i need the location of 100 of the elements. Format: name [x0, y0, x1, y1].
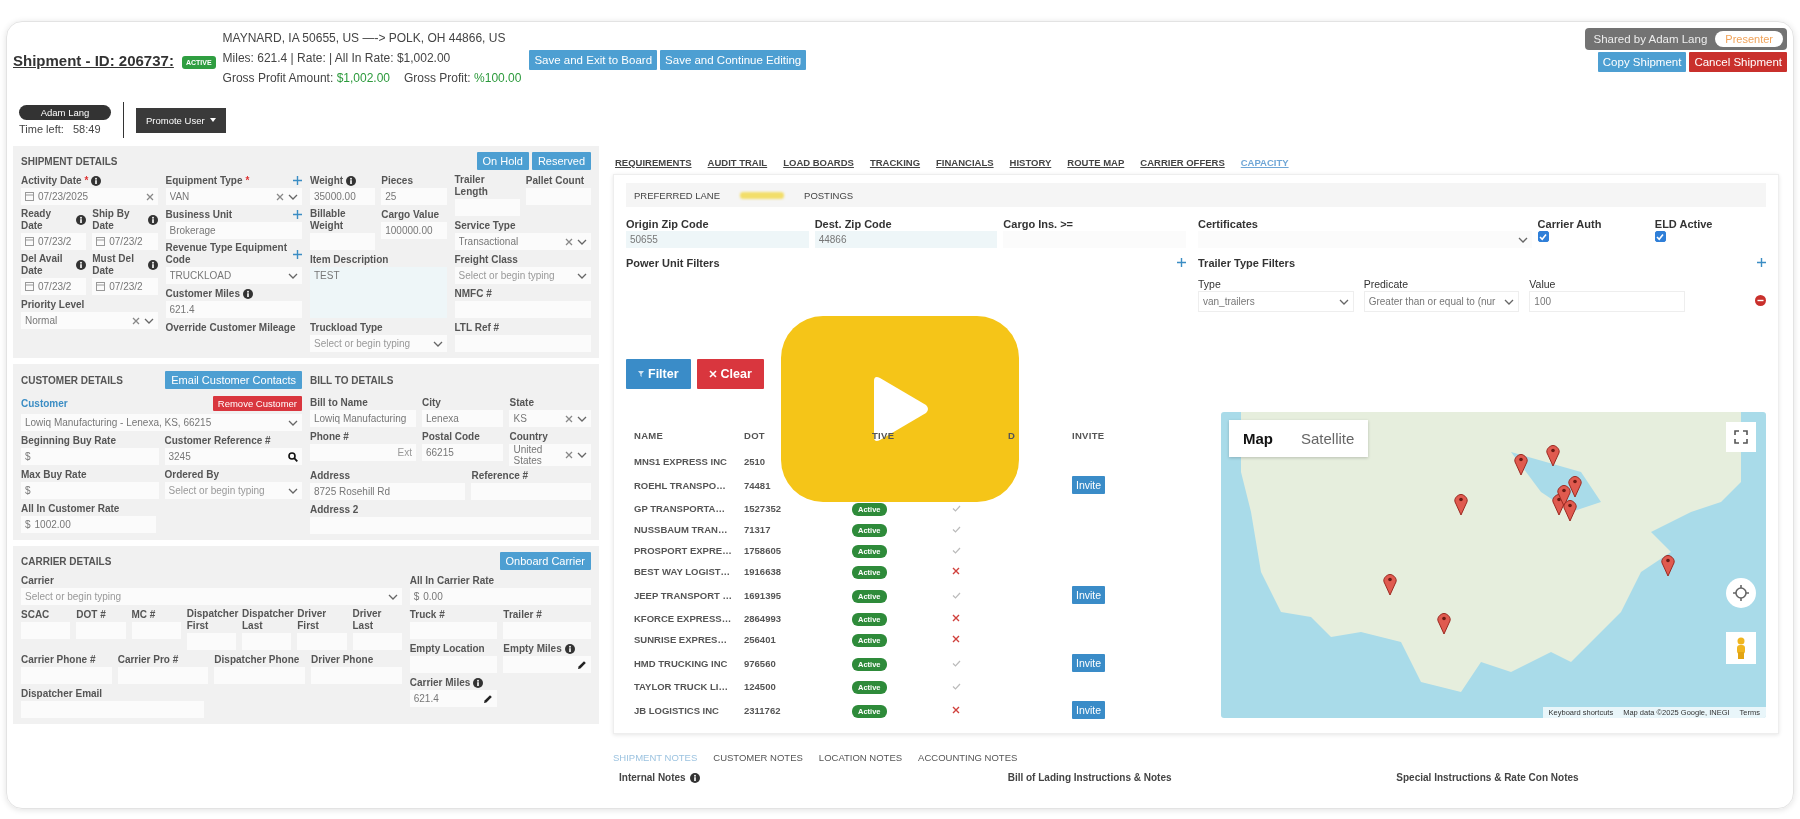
- text-field[interactable]: Lowiq Manufacturing: [310, 410, 416, 427]
- chevron-icon[interactable]: [1338, 298, 1349, 305]
- text-field[interactable]: 66215: [421, 444, 504, 461]
- text-field[interactable]: 3245: [164, 448, 302, 465]
- date-field[interactable]: 07/23/2: [21, 278, 87, 295]
- invite-button[interactable]: Invite: [1072, 476, 1106, 494]
- chevron-icon[interactable]: [577, 452, 587, 458]
- date-field[interactable]: 07/23/2: [92, 233, 158, 250]
- map-type-tab[interactable]: Map: [1229, 420, 1287, 457]
- chevron-icon[interactable]: [577, 238, 587, 245]
- chevron-icon[interactable]: [387, 593, 398, 600]
- search-icon[interactable]: [288, 451, 298, 462]
- clear-icon[interactable]: [565, 414, 573, 423]
- tab[interactable]: HISTORY: [1009, 156, 1052, 168]
- section-button[interactable]: Reserved: [531, 152, 591, 170]
- text-field[interactable]: 621.4: [409, 690, 497, 707]
- select-field[interactable]: Greater than or equal to (nur: [1363, 291, 1520, 312]
- remove-customer-button[interactable]: Remove Customer: [212, 396, 302, 411]
- select-field[interactable]: TRUCKLOAD: [165, 267, 302, 284]
- add-icon[interactable]: [293, 210, 302, 219]
- text-field[interactable]: $: [21, 448, 159, 465]
- notes-tab[interactable]: CUSTOMER NOTES: [713, 751, 803, 763]
- text-field[interactable]: Ext: [310, 444, 416, 461]
- map-pin-icon[interactable]: [1513, 453, 1528, 476]
- email-contacts-button[interactable]: Email Customer Contacts: [165, 371, 302, 389]
- select-field[interactable]: Select or begin typing: [21, 588, 402, 605]
- select-field[interactable]: Select or begin typing: [164, 482, 302, 499]
- text-area[interactable]: TEST: [310, 267, 447, 318]
- select-field[interactable]: VAN: [165, 188, 302, 205]
- map-pin-icon[interactable]: [1557, 483, 1572, 506]
- select-field[interactable]: Normal: [21, 312, 158, 329]
- text-field[interactable]: 35000.00: [310, 188, 376, 205]
- invite-button[interactable]: Invite: [1072, 586, 1106, 604]
- tab[interactable]: CARRIER OFFERS: [1140, 156, 1225, 168]
- map-pin-icon[interactable]: [1562, 499, 1577, 522]
- text-field[interactable]: 44866: [814, 231, 998, 248]
- chevron-icon[interactable]: [288, 419, 298, 426]
- select-field[interactable]: Transactional: [454, 233, 591, 250]
- select-field[interactable]: KS: [509, 410, 591, 427]
- text-field[interactable]: 621.4: [165, 301, 302, 318]
- chevron-icon[interactable]: [577, 415, 587, 422]
- notes-tab[interactable]: ACCOUNTING NOTES: [918, 751, 1018, 763]
- map-pin-icon[interactable]: [1382, 572, 1397, 595]
- chevron-icon[interactable]: [288, 193, 298, 200]
- subtab[interactable]: POSTINGS: [804, 189, 854, 201]
- chevron-icon[interactable]: [432, 340, 443, 347]
- tab[interactable]: ROUTE MAP: [1067, 156, 1125, 168]
- clear-icon[interactable]: [145, 192, 154, 201]
- map-type-tab[interactable]: Satellite: [1287, 420, 1369, 457]
- tab[interactable]: TRACKING: [869, 156, 921, 168]
- save-button[interactable]: Save and Exit to Board: [529, 50, 658, 70]
- text-field[interactable]: 25: [381, 188, 447, 205]
- text-field[interactable]: [503, 656, 591, 673]
- section-button[interactable]: Onboard Carrier: [499, 552, 591, 570]
- pencil-icon[interactable]: [482, 693, 493, 704]
- chevron-icon[interactable]: [1517, 236, 1528, 243]
- clear-icon[interactable]: [565, 451, 573, 459]
- section-button[interactable]: On Hold: [476, 152, 529, 170]
- map-pin-icon[interactable]: [1660, 554, 1675, 577]
- date-field[interactable]: 07/23/2: [21, 233, 87, 250]
- text-field[interactable]: 100: [1529, 291, 1685, 312]
- cancel-shipment-button[interactable]: Cancel Shipment: [1689, 52, 1787, 72]
- select-field[interactable]: Select or begin typing: [310, 335, 447, 352]
- clear-icon[interactable]: [131, 316, 140, 325]
- add-icon[interactable]: [1757, 258, 1766, 267]
- fullscreen-icon[interactable]: [1726, 422, 1756, 452]
- tab[interactable]: CAPACITY: [1240, 156, 1289, 168]
- copy-shipment-button[interactable]: Copy Shipment: [1597, 52, 1687, 72]
- text-field[interactable]: $ 0.00: [409, 588, 591, 605]
- invite-button[interactable]: Invite: [1072, 701, 1106, 719]
- add-icon[interactable]: [293, 249, 302, 259]
- notes-tab[interactable]: LOCATION NOTES: [818, 751, 903, 763]
- clear-button[interactable]: Clear: [696, 359, 764, 389]
- text-field[interactable]: $: [21, 482, 159, 499]
- text-field[interactable]: 8725 Rosehill Rd: [310, 483, 466, 500]
- tab[interactable]: LOAD BOARDS: [783, 156, 854, 168]
- text-field[interactable]: Lenexa: [421, 410, 504, 427]
- select-field[interactable]: Lowiq Manufacturing - Lenexa, KS, 66215: [21, 414, 302, 431]
- select-field[interactable]: Select or begin typing: [454, 267, 591, 284]
- subtab[interactable]: PREFERRED LANE: [634, 189, 721, 201]
- map-pin-icon[interactable]: [1546, 444, 1561, 466]
- map-pin-icon[interactable]: [1453, 492, 1468, 515]
- chevron-icon[interactable]: [288, 272, 298, 279]
- text-field[interactable]: 50655: [626, 231, 809, 248]
- add-icon[interactable]: [293, 176, 302, 185]
- map-pin-icon[interactable]: [1568, 474, 1583, 497]
- select-field[interactable]: United States: [509, 444, 591, 466]
- date-field[interactable]: 07/23/2: [92, 278, 158, 295]
- checkbox[interactable]: [1537, 231, 1549, 242]
- chevron-icon[interactable]: [143, 317, 154, 324]
- filter-button[interactable]: Filter: [626, 359, 691, 389]
- save-button[interactable]: Save and Continue Editing: [660, 50, 807, 70]
- locate-icon[interactable]: [1726, 578, 1756, 608]
- pencil-icon[interactable]: [577, 659, 587, 670]
- add-icon[interactable]: [1177, 258, 1186, 267]
- clear-icon[interactable]: [565, 237, 573, 246]
- remove-icon[interactable]: [1755, 295, 1766, 306]
- select-field[interactable]: [1198, 231, 1532, 248]
- tab[interactable]: AUDIT TRAIL: [707, 156, 768, 168]
- text-field[interactable]: Brokerage: [165, 222, 302, 239]
